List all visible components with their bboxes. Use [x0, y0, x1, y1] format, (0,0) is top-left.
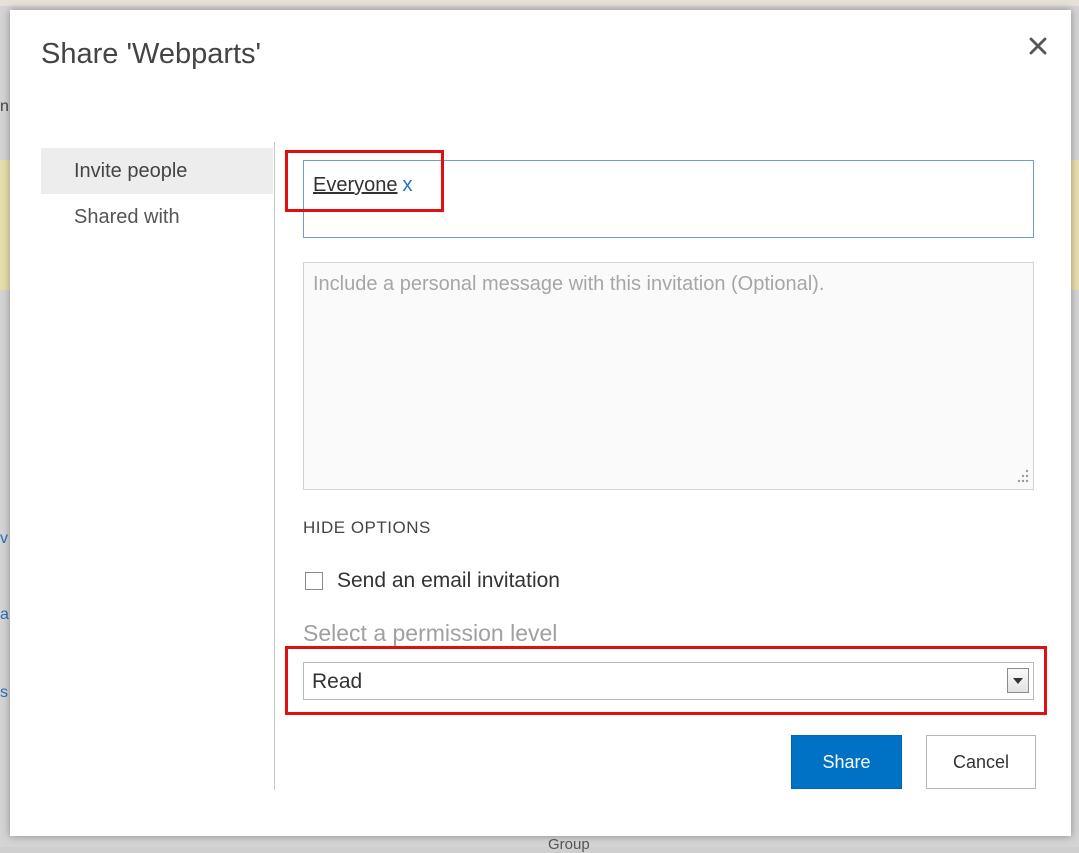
hide-options-link[interactable]: HIDE OPTIONS: [303, 518, 431, 538]
background-text-fragment: n: [0, 98, 9, 115]
email-invitation-option[interactable]: Send an email invitation: [305, 569, 560, 593]
permission-level-label: Select a permission level: [303, 620, 558, 646]
nav-item-invite-people[interactable]: Invite people: [41, 148, 273, 194]
share-dialog: Share 'Webparts' Invite people Shared wi…: [10, 10, 1071, 836]
people-picker-input[interactable]: Everyone x: [303, 160, 1034, 238]
nav-item-shared-with[interactable]: Shared with: [41, 196, 273, 244]
share-button[interactable]: Share: [791, 735, 902, 789]
background-link-fragment: a: [0, 606, 9, 623]
share-nav: Invite people Shared with: [41, 148, 273, 244]
background-group-label: Group: [548, 836, 590, 853]
background-link-fragment: v: [0, 530, 8, 547]
dropdown-arrow-button[interactable]: [1007, 668, 1029, 693]
permission-level-select[interactable]: Read: [303, 662, 1034, 700]
person-chip-remove-button[interactable]: x: [403, 174, 413, 196]
resize-grip-icon[interactable]: [1014, 468, 1030, 484]
person-chip-name[interactable]: Everyone: [313, 174, 398, 196]
cancel-button[interactable]: Cancel: [926, 735, 1036, 789]
close-button[interactable]: [1020, 28, 1056, 64]
dialog-title: Share 'Webparts': [41, 38, 262, 70]
chevron-down-icon: [1013, 677, 1023, 684]
email-invitation-checkbox[interactable]: [305, 572, 323, 590]
permission-level-value: Read: [312, 670, 363, 693]
close-icon: [1029, 37, 1047, 55]
person-chip: Everyone x: [313, 174, 413, 197]
personal-message-input[interactable]: [303, 262, 1034, 490]
panel-divider: [274, 142, 275, 790]
background-link-fragment: s: [0, 684, 8, 701]
email-invitation-label: Send an email invitation: [337, 569, 560, 592]
